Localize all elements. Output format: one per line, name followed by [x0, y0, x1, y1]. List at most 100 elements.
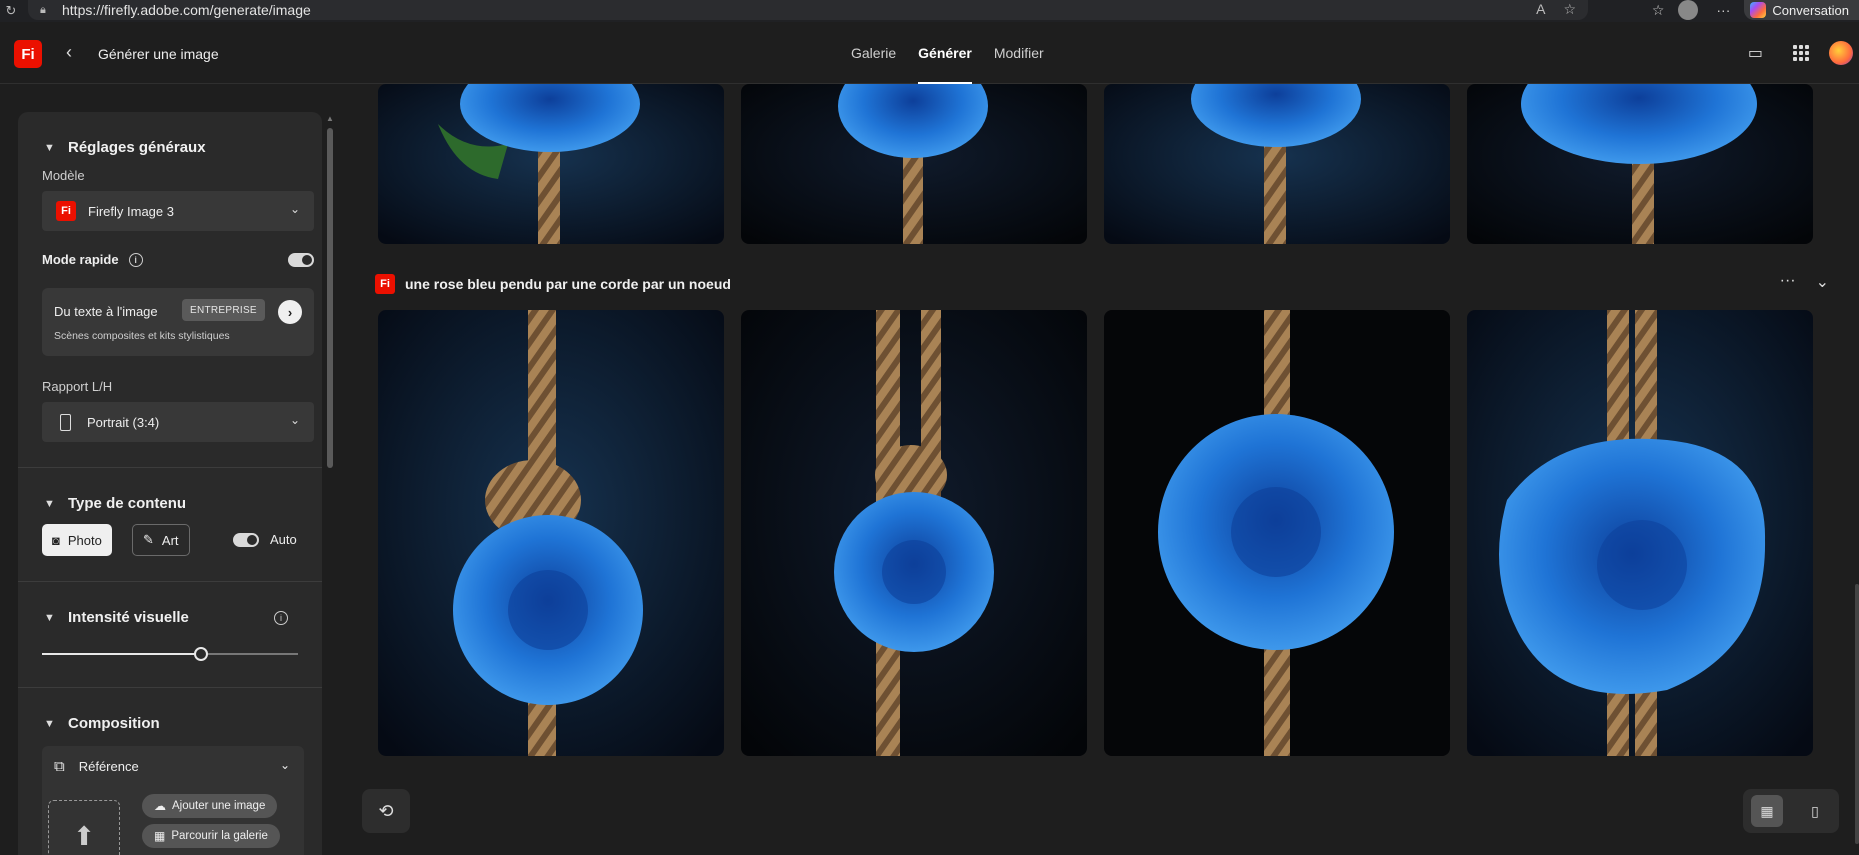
reference-header[interactable]: ⧉ Référence ⌄ — [54, 758, 290, 775]
slider-handle[interactable] — [193, 647, 208, 661]
upload-dropzone[interactable]: ⬆︎ — [48, 800, 120, 855]
result-image[interactable] — [741, 310, 1087, 756]
chevron-down-icon: ▼ — [44, 141, 55, 154]
tab-generer[interactable]: Générer — [907, 22, 983, 84]
image-upload-icon: ⬆︎ — [73, 820, 95, 851]
aspect-ratio-select[interactable]: Portrait (3:4) ⌄ — [42, 402, 314, 442]
browser-menu-icon[interactable]: ··· — [1716, 2, 1730, 18]
section-general-settings[interactable]: ▼ Réglages généraux — [44, 139, 206, 156]
blue-rose-image — [378, 310, 724, 756]
user-avatar[interactable] — [1829, 41, 1853, 65]
copilot-button[interactable]: Conversation — [1744, 0, 1859, 20]
prompt-actions: ··· ⌄ — [1780, 272, 1829, 292]
feedback-icon[interactable]: ▭ — [1748, 43, 1763, 63]
tab-galerie[interactable]: Galerie — [840, 22, 907, 84]
scroll-up-icon[interactable]: ▲ — [326, 114, 334, 123]
chip-label: Photo — [67, 532, 102, 548]
content-type-art[interactable]: ✎ Art — [132, 524, 190, 556]
blue-rose-image — [378, 84, 724, 244]
history-icon: ⟲ — [378, 800, 394, 821]
scroll-thumb[interactable] — [327, 128, 333, 468]
app-header: Fi ‹ Générer une image Galerie Générer M… — [0, 22, 1859, 84]
result-image[interactable] — [1104, 84, 1450, 244]
history-button[interactable]: ⟲ — [362, 789, 410, 833]
single-view-icon: ▯ — [1811, 802, 1819, 819]
section-visual-intensity[interactable]: ▼ Intensité visuelle — [44, 609, 189, 626]
section-title: Composition — [68, 715, 160, 732]
more-options-icon[interactable]: ··· — [1780, 272, 1796, 292]
result-image[interactable] — [378, 84, 724, 244]
model-select[interactable]: Fi Firefly Image 3 ⌄ — [42, 191, 314, 231]
chip-label: Art — [161, 532, 179, 548]
chevron-down-icon: ⌄ — [289, 413, 300, 427]
aspect-value: Portrait (3:4) — [87, 414, 160, 430]
info-icon[interactable]: i — [274, 611, 288, 625]
browser-bar: ↻ 🔒︎ https://firefly.adobe.com/generate/… — [0, 0, 1859, 22]
reference-image-icon: ⧉ — [54, 758, 65, 775]
button-label: Ajouter une image — [172, 800, 266, 812]
chevron-down-icon[interactable]: ⌄ — [1816, 272, 1829, 292]
favorites-icon[interactable]: ☆ — [1652, 2, 1665, 19]
model-label: Modèle — [42, 168, 85, 183]
portrait-icon — [60, 413, 71, 431]
chevron-down-icon: ⌄ — [289, 202, 300, 216]
chevron-right-icon[interactable]: › — [278, 300, 302, 324]
result-image[interactable] — [378, 310, 724, 756]
cloud-upload-icon: ☁︎ — [154, 799, 166, 813]
aspect-ratio-label: Rapport L/H — [42, 379, 113, 394]
translate-icon[interactable]: A — [1536, 1, 1545, 18]
chevron-down-icon: ⌄ — [280, 758, 291, 772]
address-bar[interactable]: 🔒︎ https://firefly.adobe.com/generate/im… — [28, 0, 1588, 20]
view-switcher: ▦ ▯ — [1743, 789, 1839, 833]
settings-sidebar: ▼ Réglages généraux Modèle Fi Firefly Im… — [18, 112, 322, 855]
section-content-type[interactable]: ▼ Type de contenu — [44, 495, 186, 512]
text-to-image-card[interactable]: Du texte à l'image ENTREPRISE Scènes com… — [42, 288, 314, 356]
firefly-prompt-icon: Fi — [375, 274, 395, 294]
section-title: Type de contenu — [68, 495, 187, 512]
firefly-logo[interactable]: Fi — [14, 40, 42, 68]
reload-icon[interactable]: ↻ — [2, 2, 20, 20]
divider — [18, 467, 322, 468]
sidebar-scrollbar[interactable]: ▲ — [325, 112, 335, 855]
result-image[interactable] — [1467, 310, 1813, 756]
page-title: Générer une image — [98, 46, 219, 62]
nav-tabs: Galerie Générer Modifier — [840, 22, 1055, 84]
fast-mode-toggle[interactable] — [288, 253, 314, 267]
result-image[interactable] — [1104, 310, 1450, 756]
brush-icon: ✎ — [143, 532, 154, 547]
gallery-icon: ▦ — [154, 829, 166, 843]
single-view-button[interactable]: ▯ — [1799, 795, 1831, 827]
auto-label: Auto — [270, 532, 297, 547]
auto-toggle[interactable] — [233, 533, 259, 547]
url-text: https://firefly.adobe.com/generate/image — [62, 2, 311, 18]
info-icon[interactable]: i — [128, 252, 143, 267]
back-chevron-icon[interactable]: ‹ — [66, 42, 72, 63]
camera-icon: ◙ — [52, 532, 60, 548]
apps-grid-icon[interactable] — [1793, 45, 1809, 61]
favorite-star-icon[interactable]: ☆ — [1563, 1, 1576, 18]
results-scrollbar[interactable] — [1855, 584, 1859, 844]
reference-panel: ⧉ Référence ⌄ ⬆︎ ☁︎ Ajouter une image ▦ … — [42, 746, 304, 855]
divider — [18, 687, 322, 688]
reference-label: Référence — [78, 759, 139, 774]
blue-rose-image — [1467, 310, 1813, 756]
blue-rose-image — [1467, 84, 1813, 244]
browse-gallery-button[interactable]: ▦ Parcourir la galerie — [142, 824, 280, 848]
slider-fill — [42, 653, 201, 655]
section-composition[interactable]: ▼ Composition — [44, 715, 160, 732]
blue-rose-image — [1104, 84, 1450, 244]
result-image[interactable] — [741, 84, 1087, 244]
content-type-photo[interactable]: ◙ Photo — [42, 524, 112, 556]
grid-view-button[interactable]: ▦ — [1751, 795, 1783, 827]
model-value: Firefly Image 3 — [88, 203, 174, 219]
result-image[interactable] — [1467, 84, 1813, 244]
prompt-header: Fi une rose bleu pendu par une corde par… — [375, 274, 731, 294]
copilot-icon — [1750, 2, 1767, 18]
card-title: Du texte à l'image — [54, 304, 158, 319]
add-image-button[interactable]: ☁︎ Ajouter une image — [142, 794, 278, 818]
chevron-down-icon: ▼ — [44, 497, 55, 510]
tab-modifier[interactable]: Modifier — [983, 22, 1055, 84]
copilot-label: Conversation — [1772, 2, 1849, 18]
visual-intensity-slider[interactable] — [42, 647, 298, 661]
profile-avatar[interactable] — [1678, 0, 1699, 20]
